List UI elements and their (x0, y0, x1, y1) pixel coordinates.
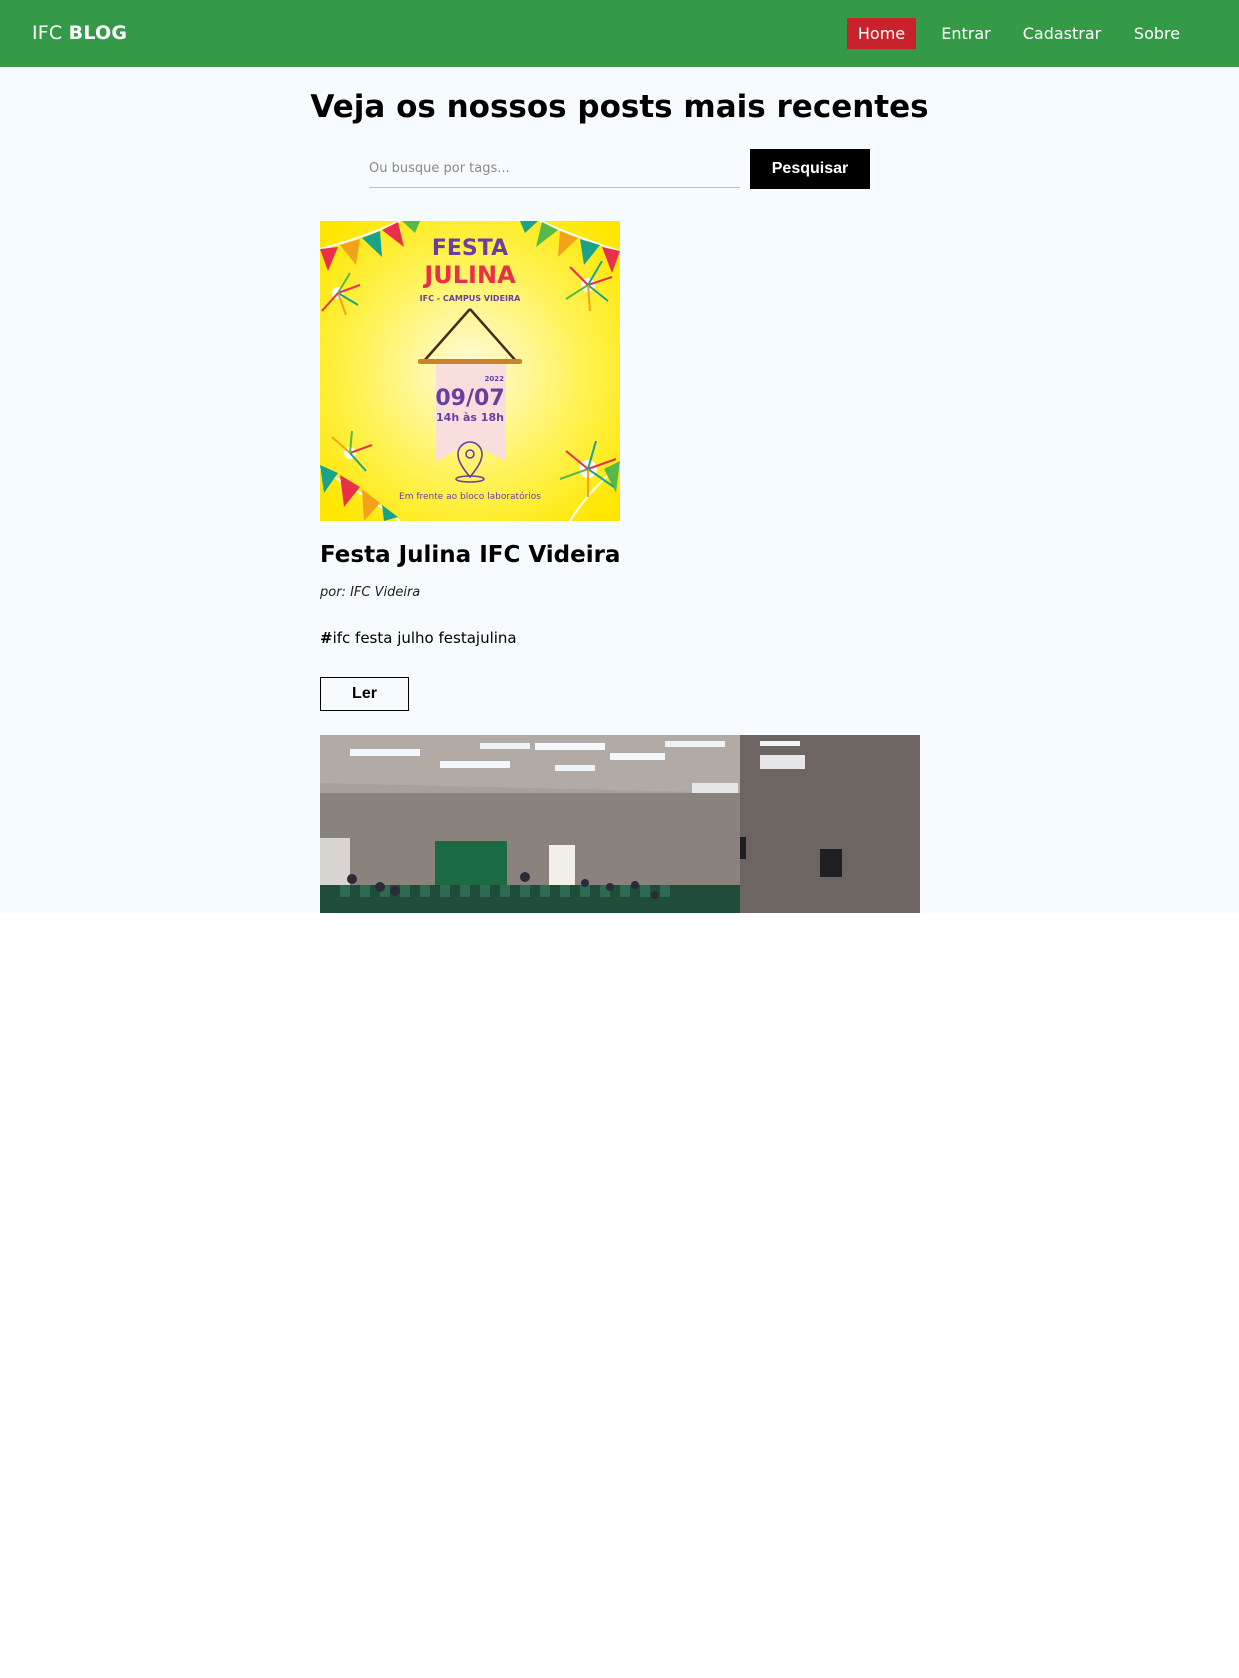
nav-home-link[interactable]: Home (847, 18, 916, 49)
brand-logo[interactable]: IFC BLOG (32, 22, 127, 44)
poster-time: 14h às 18h (436, 411, 504, 424)
nav-entrar-link[interactable]: Entrar (936, 18, 996, 49)
post-image-festa-julina: FESTA JULINA IFC - CAMPUS VIDEIRA 2022 0… (320, 221, 620, 521)
poster-heading-1: FESTA (432, 236, 508, 261)
read-post-button[interactable]: Ler (320, 677, 409, 711)
poster-heading-2: JULINA (422, 261, 516, 289)
post-title[interactable]: Festa Julina IFC Videira (320, 542, 620, 568)
search-button[interactable]: Pesquisar (750, 149, 870, 189)
auditorium-photo-icon (320, 735, 920, 913)
nav-cadastrar-link[interactable]: Cadastrar (1018, 18, 1106, 49)
brand-prefix: IFC (32, 22, 63, 44)
tag-hash-symbol: # (320, 629, 333, 647)
brand-name: BLOG (68, 22, 128, 44)
page-title: Veja os nossos posts mais recentes (310, 89, 929, 125)
tag-search-input[interactable] (369, 150, 740, 188)
poster-year: 2022 (485, 375, 505, 383)
post-image-auditorium (320, 735, 920, 913)
poster-subheading: IFC - CAMPUS VIDEIRA (420, 294, 522, 303)
post-author: por: IFC Videira (320, 585, 421, 600)
poster-date: 09/07 (435, 386, 504, 411)
navbar: IFC BLOG Home Entrar Cadastrar Sobre (0, 0, 1239, 67)
post-tags: #ifc festa julho festajulina (320, 629, 517, 647)
main-content: Veja os nossos posts mais recentes Pesqu… (0, 67, 1239, 913)
nav-sobre-link[interactable]: Sobre (1128, 18, 1186, 49)
poster-location: Em frente ao bloco laboratórios (399, 491, 541, 502)
tag-list: ifc festa julho festajulina (332, 629, 517, 647)
